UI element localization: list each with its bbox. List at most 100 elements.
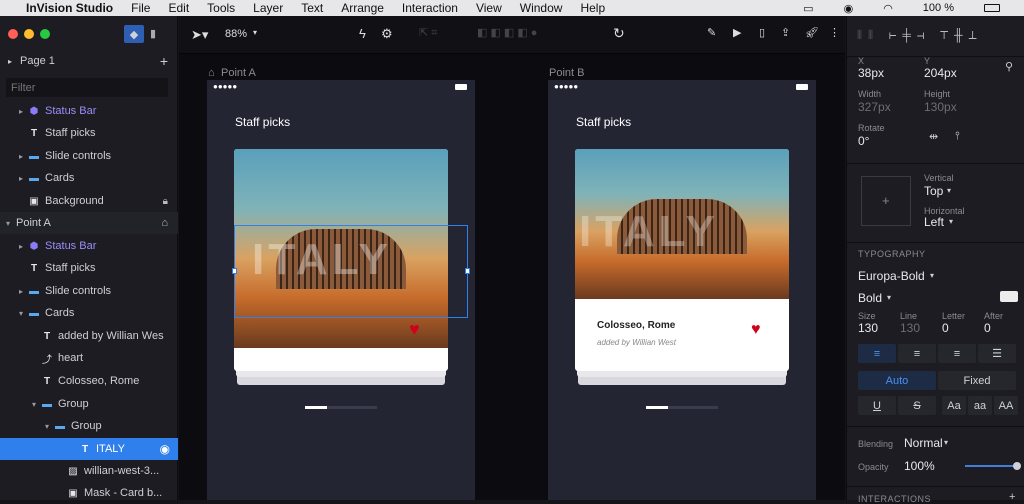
layer-row[interactable]: ▾ ▬ Group xyxy=(0,393,178,415)
menu-window[interactable]: Window xyxy=(520,1,563,15)
publish-icon[interactable]: 🚀︎ xyxy=(805,26,819,39)
select-tool-icon[interactable]: ➤▾ xyxy=(191,27,208,43)
comment-icon[interactable]: ✎ xyxy=(707,26,716,39)
y-value[interactable]: 204px xyxy=(924,66,957,80)
record-icon[interactable]: ◉ xyxy=(844,2,854,15)
menu-layer[interactable]: Layer xyxy=(253,1,283,15)
layer-row[interactable]: ▾ ▬ Group xyxy=(0,415,178,437)
align-center-h-icon[interactable]: ╪ xyxy=(902,28,917,42)
line-value[interactable]: 130 xyxy=(900,321,920,335)
lock-icon[interactable]: 🔒︎ xyxy=(163,196,168,207)
layers-tab-icon[interactable]: ◆ xyxy=(124,25,144,43)
expand-arrow-icon[interactable]: ▸ xyxy=(19,287,29,296)
assets-tab-icon[interactable]: ▮ xyxy=(150,27,156,40)
menu-text[interactable]: Text xyxy=(301,1,323,15)
opacity-value[interactable]: 100% xyxy=(904,459,935,473)
zoom-level[interactable]: 88% xyxy=(225,28,247,40)
more-icon[interactable]: ⋮ xyxy=(829,26,840,39)
chevron-down-icon[interactable]: ▾ xyxy=(944,438,948,447)
align-right-icon[interactable]: ⊣ xyxy=(917,28,931,42)
app-name[interactable]: InVision Studio xyxy=(26,1,113,15)
case-upper-button[interactable]: AA xyxy=(994,396,1018,415)
battery-icon[interactable] xyxy=(984,4,1000,12)
layer-row[interactable]: ▣ Mask - Card b... xyxy=(0,482,178,504)
align-text-left-icon[interactable]: ≡ xyxy=(858,344,896,363)
align-middle-icon[interactable]: ╫ xyxy=(954,28,969,42)
font-family-dropdown[interactable]: Europa-Bold xyxy=(858,269,925,283)
letter-value[interactable]: 0 xyxy=(942,321,949,335)
align-bottom-icon[interactable]: ⊥ xyxy=(969,28,983,42)
flip-horizontal-icon[interactable]: ⇹ xyxy=(929,130,938,143)
case-title-button[interactable]: Aa xyxy=(942,396,966,415)
home-icon[interactable]: ⌂ xyxy=(161,217,168,229)
refresh-icon[interactable]: ↻ xyxy=(613,25,625,42)
layer-row[interactable]: T Colosseo, Rome xyxy=(0,370,178,392)
artboard-point-a[interactable]: ●●●●● Staff picks ITALY ♥ xyxy=(207,80,475,500)
align-icon[interactable]: ⇱ ⌗ xyxy=(419,26,437,40)
gear-icon[interactable]: ⚙ xyxy=(381,26,393,42)
expand-arrow-icon[interactable]: ▾ xyxy=(32,400,42,409)
wifi-icon[interactable]: ◠ xyxy=(883,2,893,15)
layer-row[interactable]: ▾ ▬ Cards xyxy=(0,302,178,324)
expand-arrow-icon[interactable]: ▾ xyxy=(45,422,55,431)
rotate-value[interactable]: 0° xyxy=(858,134,869,148)
resize-handle-right[interactable] xyxy=(465,268,470,274)
align-left-icon[interactable]: ⊢ xyxy=(888,28,902,42)
card[interactable]: ITALY Colosseo, Rome added by Willian We… xyxy=(575,149,789,371)
zoom-window-dot[interactable] xyxy=(40,29,50,39)
page-expand-icon[interactable]: ▸ xyxy=(8,57,12,66)
chevron-down-icon[interactable]: ▾ xyxy=(949,217,953,226)
menu-interaction[interactable]: Interaction xyxy=(402,1,458,15)
chat-icon[interactable]: ▭ xyxy=(803,2,813,15)
menu-tools[interactable]: Tools xyxy=(207,1,235,15)
layer-row[interactable]: ⤴ heart xyxy=(0,347,178,369)
layer-row[interactable]: T Staff picks xyxy=(0,122,178,144)
add-interaction-icon[interactable]: + xyxy=(1009,491,1015,503)
expand-arrow-icon[interactable]: ▾ xyxy=(6,219,16,228)
layer-row[interactable]: Tadded by Willian Wes xyxy=(0,325,178,347)
add-page-icon[interactable]: + xyxy=(160,53,168,69)
x-value[interactable]: 38px xyxy=(858,66,884,80)
filter-input[interactable] xyxy=(6,78,168,97)
layer-row[interactable]: ▸ ⬢ Status Bar xyxy=(0,100,178,122)
distribute-icon[interactable]: ⫴⫴ xyxy=(857,28,879,42)
size-value[interactable]: 130 xyxy=(858,321,878,335)
auto-width-button[interactable]: Auto xyxy=(858,371,936,390)
layer-row[interactable]: ▨ willian-west-3... xyxy=(0,460,178,482)
layer-row[interactable]: T Staff picks xyxy=(0,257,178,279)
align-text-center-icon[interactable]: ≡ xyxy=(898,344,936,363)
layer-row[interactable]: ▾ Point A ⌂ xyxy=(0,212,178,234)
height-value[interactable]: 130px xyxy=(924,100,957,114)
expand-arrow-icon[interactable]: ▸ xyxy=(19,174,29,183)
resize-handle-left[interactable] xyxy=(232,268,237,274)
heart-icon[interactable]: ♥ xyxy=(751,321,761,339)
link-icon[interactable]: ⚲ xyxy=(1005,60,1013,73)
opacity-slider[interactable] xyxy=(965,462,1021,470)
menu-view[interactable]: View xyxy=(476,1,502,15)
menu-help[interactable]: Help xyxy=(580,1,605,15)
chevron-down-icon[interactable]: ▾ xyxy=(887,293,891,302)
flip-vertical-icon[interactable]: ⫯ xyxy=(955,130,960,143)
play-icon[interactable]: ▶ xyxy=(733,26,741,39)
layer-row[interactable]: ▣ Background 🔒︎ xyxy=(0,190,178,212)
layer-row[interactable]: ▸ ⬢ Status Bar xyxy=(0,235,178,257)
device-icon[interactable]: ▯ xyxy=(759,26,765,39)
after-value[interactable]: 0 xyxy=(984,321,991,335)
underline-icon[interactable]: U xyxy=(858,396,896,415)
opacity-slider-knob[interactable] xyxy=(1013,462,1021,470)
constraints-widget[interactable]: + xyxy=(861,176,911,226)
layer-row[interactable]: ▸ ▬ Slide controls xyxy=(0,145,178,167)
blending-dropdown[interactable]: Normal xyxy=(904,436,943,450)
artboard-point-b[interactable]: ●●●●● Staff picks ITALY Colosseo, Rome a… xyxy=(548,80,816,500)
menu-edit[interactable]: Edit xyxy=(168,1,189,15)
layer-row[interactable]: ▸ ▬ Cards xyxy=(0,167,178,189)
case-lower-button[interactable]: aa xyxy=(968,396,992,415)
expand-arrow-icon[interactable]: ▸ xyxy=(19,242,29,251)
horizontal-dropdown[interactable]: Left xyxy=(924,215,944,229)
fixed-width-button[interactable]: Fixed xyxy=(938,371,1016,390)
selection-box[interactable] xyxy=(232,225,470,318)
chevron-down-icon[interactable]: ▾ xyxy=(947,186,951,195)
width-value[interactable]: 327px xyxy=(858,100,891,114)
menu-arrange[interactable]: Arrange xyxy=(341,1,384,15)
close-window-dot[interactable] xyxy=(8,29,18,39)
